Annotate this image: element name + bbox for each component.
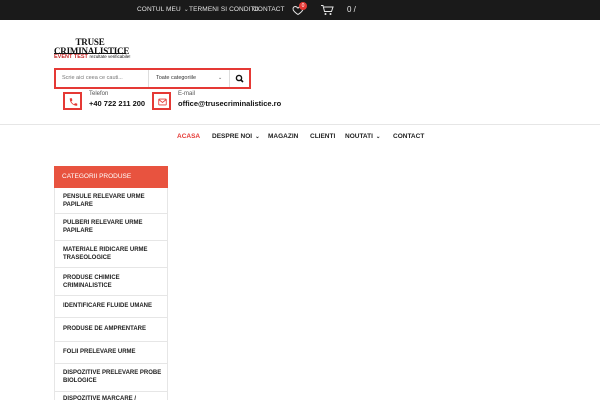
nav-item-despre-noi[interactable]: DESPRE NOI ⌄ [212,131,260,143]
cart-icon[interactable] [320,4,334,16]
phone-label: Telefon [89,91,109,97]
chevron-down-icon: ⌄ [218,75,223,81]
category-item[interactable]: PRODUSE CHIMICE CRIMINALISTICE [55,268,167,296]
logo-tagline: rezultate verificabile! [89,54,131,59]
phone-icon [69,98,78,106]
category-item[interactable]: PENSULE RELEVARE URME PAPILARE [55,188,167,214]
nav-item-acasa[interactable]: ACASA [177,131,200,143]
cart-total[interactable]: 0 / [347,0,356,20]
top-contact-link[interactable]: CONTACT [253,0,285,20]
header-divider [0,124,600,125]
phone-number[interactable]: +40 722 211 200 [89,99,145,108]
category-item-label: PENSULE RELEVARE URME PAPILARE [63,194,145,208]
nav-item-clienti[interactable]: CLIENTI [310,131,335,143]
nav-item-contact[interactable]: CONTACT [393,131,424,143]
category-item[interactable]: FOLII PRELEVARE URME [55,342,167,364]
category-item-label: PRODUSE DE AMPRENTARE [63,326,147,332]
email-address[interactable]: office@trusecriminalistice.ro [178,99,281,108]
logo-sub-brand: EVENT TEST [54,54,88,60]
nav-item-label: DESPRE NOI [212,133,253,140]
phone-icon-box [63,92,82,110]
site-logo[interactable]: TRUSE CRIMINALISTICE EVENT TEST rezultat… [54,38,130,62]
category-item[interactable]: PRODUSE DE AMPRENTARE [55,318,167,342]
category-select[interactable]: Toate categoriile ⌄ [156,70,226,87]
categories-header: CATEGORII PRODUSE [54,166,168,188]
category-item[interactable]: MATERIALE RIDICARE URME TRASEOLOGICE [55,241,167,268]
categories-list: PENSULE RELEVARE URME PAPILARE PULBERI R… [54,188,168,402]
search-icon [235,74,244,83]
search-button[interactable] [230,70,249,87]
category-item[interactable]: DISPOZITIVE MARCARE / [55,392,167,412]
category-item[interactable]: PULBERI RELEVARE URME PAPILARE [55,214,167,241]
category-item-label: PRODUSE CHIMICE CRIMINALISTICE [63,275,120,289]
category-item-label: PULBERI RELEVARE URME PAPILARE [63,220,143,234]
category-item-label: IDENTIFICARE FLUIDE UMANE [63,303,152,309]
chevron-down-icon: ⌄ [375,134,381,140]
category-item[interactable]: IDENTIFICARE FLUIDE UMANE [55,296,167,318]
category-item-label: DISPOZITIVE PRELEVARE PROBE BIOLOGICE [63,370,162,384]
mail-icon-box [152,92,171,110]
category-item[interactable]: DISPOZITIVE PRELEVARE PROBE BIOLOGICE [55,364,167,392]
terms-link[interactable]: TERMENI SI CONDITII [189,0,258,20]
nav-item-noutati[interactable]: NOUTATI ⌄ [345,131,381,143]
top-bar: CONTUL MEU ⌄ TERMENI SI CONDITII CONTACT … [0,0,600,20]
wishlist-count-badge: 0 [299,2,307,10]
category-item-label: FOLII PRELEVARE URME [63,349,136,355]
email-label: E-mail [178,91,196,97]
mail-icon [158,98,167,106]
account-menu[interactable]: CONTUL MEU ⌄ [137,0,189,20]
category-select-value: Toate categoriile [156,75,197,81]
search-divider [148,70,149,87]
category-item-label: MATERIALE RIDICARE URME TRASEOLOGICE [63,247,148,261]
account-menu-label: CONTUL MEU [137,6,181,13]
nav-item-label: NOUTATI [345,133,373,140]
chevron-down-icon: ⌄ [255,134,260,140]
search-bar: Toate categoriile ⌄ [54,68,251,89]
search-input[interactable] [62,70,146,87]
nav-item-magazin[interactable]: MAGAZIN [268,131,298,143]
logo-subline: EVENT TEST rezultate verificabile! [54,54,130,60]
